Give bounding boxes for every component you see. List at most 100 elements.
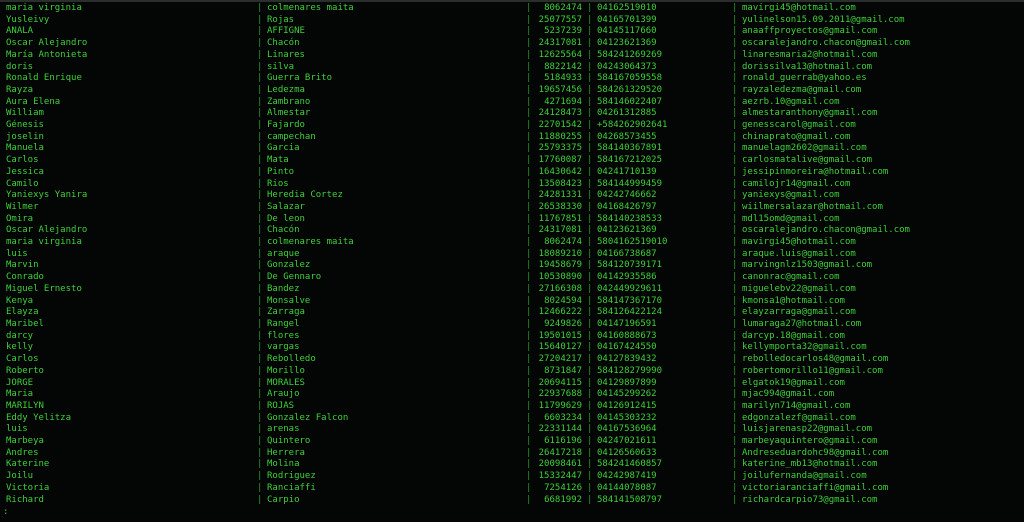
column-separator: | [526, 354, 532, 365]
column-separator: | [257, 3, 263, 13]
cell-email: joilufernanda@gmail.com [742, 471, 867, 482]
column-separator: | [732, 131, 738, 142]
column-separator: | [732, 3, 738, 13]
cell-phone: 584146022407 [597, 96, 663, 107]
cell-email: lumaraga27@hotmail.com [742, 318, 862, 329]
cell-last-name: Chacón [267, 225, 300, 236]
cell-id-number: 16430642 [538, 166, 582, 177]
column-separator: | [732, 166, 738, 177]
column-separator: | [732, 482, 738, 493]
column-separator: | [526, 471, 532, 482]
column-separator: | [732, 447, 738, 458]
cell-last-name: Zambrano [267, 96, 311, 107]
column-separator: | [526, 248, 532, 259]
column-separator: | [732, 318, 738, 329]
column-separator: | [587, 166, 593, 177]
cell-id-number: 26538330 [538, 201, 582, 212]
cell-phone: 584261329520 [597, 84, 663, 95]
cell-first-name: Génesis [6, 120, 44, 131]
cell-id-number: 24281331 [538, 190, 582, 201]
cell-email: camilojr14@gmail.com [742, 178, 851, 189]
cell-email: jessipinmoreira@hotmail.com [742, 166, 889, 177]
cell-first-name: Yusleivy [6, 14, 50, 25]
cell-phone: 04165701399 [597, 14, 657, 25]
cell-last-name: vargas [267, 342, 300, 353]
cell-id-number: 11880255 [538, 131, 582, 142]
cell-email: kmonsa1@hotmail.com [742, 295, 845, 306]
cell-last-name: Mata [267, 155, 289, 166]
column-separator: | [526, 412, 532, 423]
column-separator: | [257, 400, 263, 411]
column-separator: | [526, 424, 532, 435]
cell-phone: 584140238533 [597, 213, 663, 224]
cell-last-name: Herrera [267, 447, 305, 458]
cell-first-name: Andres [6, 447, 39, 458]
column-separator: | [257, 26, 263, 37]
column-separator: | [526, 377, 532, 388]
cell-id-number: 24128473 [538, 108, 582, 119]
cell-id-number: 6116196 [544, 436, 582, 447]
cell-phone: 04123621369 [597, 225, 657, 236]
cell-id-number: 24317081 [538, 38, 582, 49]
column-separator: | [732, 155, 738, 166]
cell-first-name: luis [6, 424, 28, 435]
cell-id-number: 6603234 [544, 412, 582, 423]
column-separator: | [732, 61, 738, 72]
cell-first-name: ANALA [6, 26, 34, 37]
cell-id-number: 15640127 [538, 342, 582, 353]
cell-first-name: Kenya [6, 295, 34, 306]
cell-email: marilyn714@gmail.com [742, 400, 851, 411]
column-separator: | [526, 3, 532, 13]
column-separator: | [732, 120, 738, 131]
cell-email: mdl15omd@gmail.com [742, 213, 840, 224]
column-separator: | [587, 482, 593, 493]
cell-email: aezrb.10@gmail.com [742, 96, 840, 107]
cell-phone: 04127839432 [597, 354, 657, 365]
column-separator: | [732, 108, 738, 119]
cell-id-number: 8822142 [544, 61, 582, 72]
column-separator: | [732, 436, 738, 447]
column-separator: | [257, 283, 263, 294]
column-separator: | [526, 38, 532, 49]
cell-phone: 04142935586 [597, 272, 657, 283]
column-separator: | [257, 213, 263, 224]
cell-last-name: Almestar [267, 108, 311, 119]
cell-email: canonrac@gmail.com [742, 272, 840, 283]
column-separator: | [587, 318, 593, 329]
cell-email: victoriaranciaffi@gmail.com [742, 482, 889, 493]
column-separator: | [526, 225, 532, 236]
column-separator: | [526, 389, 532, 400]
cell-phone: 584167212025 [597, 155, 663, 166]
column-separator: | [526, 213, 532, 224]
cell-id-number: 22701542 [538, 120, 582, 131]
cell-last-name: Rios [267, 178, 289, 189]
cell-email: mjac994@gmail.com [742, 389, 835, 400]
column-separator: | [732, 272, 738, 283]
cell-phone: 04261312885 [597, 108, 657, 119]
column-separator: | [257, 354, 263, 365]
pager-prompt[interactable]: : [3, 506, 8, 518]
cell-phone: 04126560633 [597, 447, 657, 458]
cell-id-number: 9249826 [544, 318, 582, 329]
column-separator: | [732, 424, 738, 435]
cell-id-number: 25077557 [538, 14, 582, 25]
cell-first-name: Ronald Enrique [6, 73, 82, 84]
cell-first-name: darcy [6, 330, 34, 341]
cell-phone: 04268573455 [597, 131, 657, 142]
column-separator: | [257, 342, 263, 353]
column-separator: | [526, 190, 532, 201]
column-separator: | [732, 190, 738, 201]
cell-last-name: araque [267, 248, 300, 259]
column-separator: | [257, 412, 263, 423]
column-separator: | [526, 131, 532, 142]
cell-first-name: Rayza [6, 84, 34, 95]
column-separator: | [732, 14, 738, 25]
cell-id-number: 4271694 [544, 96, 582, 107]
column-separator: | [257, 365, 263, 376]
column-separator: | [732, 494, 738, 505]
cell-email: oscaralejandro.chacon@gmail.com [742, 225, 910, 236]
column-separator: | [257, 190, 263, 201]
cell-first-name: Wilmer [6, 201, 39, 212]
cell-email: marvingnlz1503@gmail.com [742, 260, 873, 271]
column-separator: | [257, 295, 263, 306]
